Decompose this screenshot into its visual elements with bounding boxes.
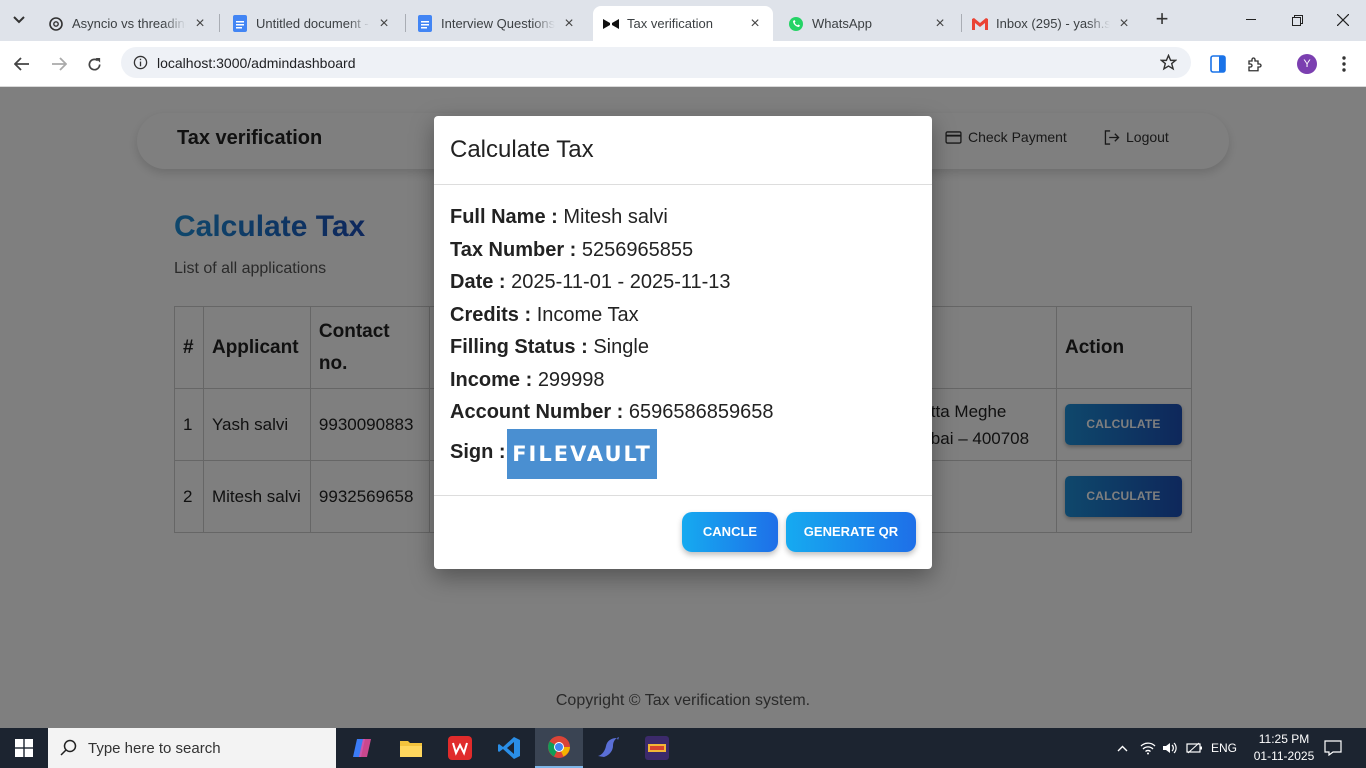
- profile-initial: Y: [1297, 54, 1317, 74]
- windows-taskbar: Type here to search ENG 11:25 PM 01-11-2…: [0, 728, 1366, 768]
- windows-start-icon[interactable]: [0, 728, 48, 768]
- battery-icon[interactable]: [1184, 728, 1204, 768]
- field-label: Credits :: [450, 304, 532, 326]
- show-hidden-icons-chevron-icon[interactable]: [1112, 728, 1132, 768]
- tab-title: WhatsApp: [812, 16, 872, 31]
- docs-icon: [417, 15, 433, 32]
- field-label: Filling Status :: [450, 336, 588, 358]
- search-placeholder: Type here to search: [88, 739, 221, 757]
- search-icon: [60, 739, 77, 756]
- field-full-name: Full Name : Mitesh salvi: [450, 206, 668, 229]
- field-label: Tax Number :: [450, 239, 577, 261]
- gmail-icon: [972, 16, 988, 32]
- clock-time: 11:25 PM: [1258, 732, 1310, 746]
- forward-arrow-icon[interactable]: [45, 50, 73, 78]
- field-value: 5256965855: [581, 239, 694, 261]
- site-info-icon[interactable]: [125, 55, 155, 70]
- field-label: Income :: [450, 369, 533, 391]
- bookmark-star-icon[interactable]: [1159, 53, 1178, 76]
- chatgpt-icon: [48, 16, 64, 32]
- close-tab-icon[interactable]: ×: [932, 15, 948, 32]
- tab-title: Inbox (295) - yash.salvi@gmail.com: [996, 16, 1110, 31]
- field-label: Sign :: [450, 441, 506, 463]
- language-indicator[interactable]: ENG: [1208, 728, 1240, 768]
- field-label: Full Name :: [450, 206, 558, 228]
- address-bar[interactable]: localhost:3000/admindashboard: [121, 47, 1191, 78]
- chrome-icon[interactable]: [535, 728, 583, 768]
- tab-title: Tax verification: [627, 16, 713, 31]
- volume-icon[interactable]: [1160, 728, 1180, 768]
- notification-center-icon[interactable]: [1320, 728, 1346, 768]
- game-app-icon[interactable]: [633, 728, 681, 768]
- close-tab-icon[interactable]: ×: [192, 15, 208, 32]
- close-tab-icon[interactable]: ×: [376, 15, 392, 32]
- signature-image: FILEVAULT: [507, 429, 657, 479]
- close-tab-icon[interactable]: ×: [561, 15, 577, 32]
- url-text: localhost:3000/admindashboard: [157, 54, 356, 71]
- restore-icon[interactable]: [1274, 0, 1320, 40]
- field-value: 2025-11-01 - 2025-11-13: [511, 271, 731, 293]
- modal-divider: [434, 184, 932, 185]
- field-value: 299998: [537, 369, 605, 391]
- field-sign: Sign :: [450, 441, 506, 464]
- tab-search-chevron-icon[interactable]: [6, 8, 32, 32]
- tab-title: Interview Questions - Google Docs: [441, 16, 555, 31]
- close-window-icon[interactable]: [1320, 0, 1366, 40]
- tab-whatsapp[interactable]: WhatsApp ×: [778, 6, 958, 41]
- tab-asyncio[interactable]: Asyncio vs threading ×: [38, 6, 218, 41]
- minimize-icon[interactable]: [1228, 0, 1274, 40]
- field-tax-number: Tax Number : 5256965855: [450, 239, 693, 262]
- profile-avatar[interactable]: Y: [1296, 53, 1318, 75]
- field-value: 6596586859658: [628, 401, 774, 423]
- modal-title: Calculate Tax: [450, 136, 594, 163]
- mysql-dolphin-icon[interactable]: [584, 728, 632, 768]
- tab-title: Asyncio vs threading: [72, 16, 186, 31]
- bowtie-icon: [603, 16, 619, 32]
- tab-title: Untitled document - Google Docs: [256, 16, 370, 31]
- field-value: Single: [593, 336, 649, 358]
- tab-tax-verification[interactable]: Tax verification ×: [593, 6, 773, 41]
- field-credits: Credits : Income Tax: [450, 304, 639, 327]
- side-panel-icon[interactable]: [1207, 53, 1229, 75]
- field-label: Date :: [450, 271, 506, 293]
- web-page: Tax verification Check Payment Logout Ca…: [0, 87, 1366, 728]
- new-tab-plus-icon[interactable]: +: [1150, 8, 1174, 32]
- field-income: Income : 299998: [450, 369, 605, 392]
- field-date: Date : 2025-11-01 - 2025-11-13: [450, 271, 731, 294]
- generate-qr-button[interactable]: GENERATE QR: [786, 512, 916, 552]
- close-tab-icon[interactable]: ×: [1116, 15, 1132, 32]
- taskbar-clock[interactable]: 11:25 PM 01-11-2025: [1252, 731, 1316, 765]
- browser-toolbar: localhost:3000/admindashboard Y: [0, 41, 1366, 87]
- whatsapp-icon: [788, 16, 804, 32]
- wps-office-icon[interactable]: [436, 728, 484, 768]
- close-tab-icon[interactable]: ×: [747, 15, 763, 32]
- network-icon[interactable]: [1138, 728, 1158, 768]
- field-filling-status: Filling Status : Single: [450, 336, 649, 359]
- tab-untitled-document[interactable]: Untitled document - Google Docs ×: [222, 6, 402, 41]
- field-account-number: Account Number : 6596586859658: [450, 401, 774, 424]
- menu-kebab-icon[interactable]: [1333, 53, 1355, 75]
- calculate-tax-modal: Calculate Tax Full Name : Mitesh salvi T…: [434, 116, 932, 569]
- browser-tab-strip: Asyncio vs threading × Untitled document…: [0, 0, 1366, 41]
- field-value: Mitesh salvi: [563, 206, 668, 228]
- modal-divider: [434, 495, 932, 496]
- extensions-puzzle-icon[interactable]: [1244, 53, 1266, 75]
- cancel-button[interactable]: CANCLE: [682, 512, 778, 552]
- reload-icon[interactable]: [80, 50, 108, 78]
- field-value: Income Tax: [536, 304, 639, 326]
- taskbar-search[interactable]: Type here to search: [48, 728, 336, 768]
- vscode-icon[interactable]: [485, 728, 533, 768]
- file-explorer-icon[interactable]: [387, 728, 435, 768]
- docs-icon: [232, 15, 248, 32]
- back-arrow-icon[interactable]: [8, 50, 36, 78]
- tab-interview-questions[interactable]: Interview Questions - Google Docs ×: [407, 6, 587, 41]
- field-label: Account Number :: [450, 401, 624, 423]
- tab-gmail-inbox[interactable]: Inbox (295) - yash.salvi@gmail.com ×: [962, 6, 1142, 41]
- copilot-icon[interactable]: [338, 728, 386, 768]
- clock-date: 01-11-2025: [1253, 749, 1315, 763]
